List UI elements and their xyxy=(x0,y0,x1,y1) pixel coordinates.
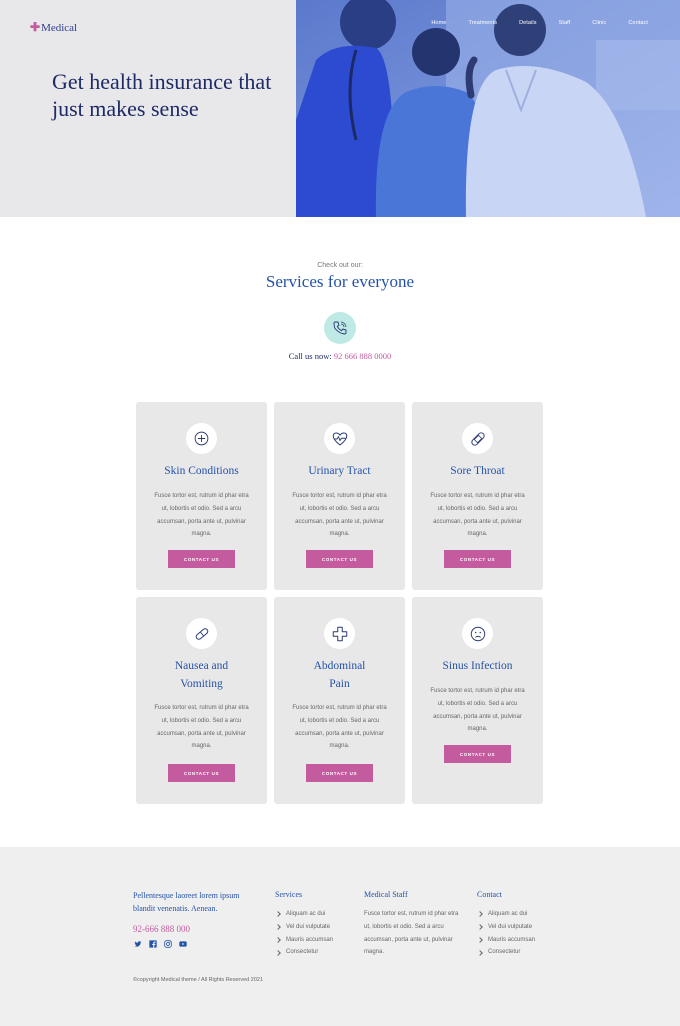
phone-badge[interactable] xyxy=(324,312,356,344)
chevron-right-icon xyxy=(477,924,483,931)
copyright-text: ©copyright Medical theme / All Rights Re… xyxy=(133,977,264,983)
card-description: Fusce tortor est, rutrum id phar etra ut… xyxy=(292,493,387,538)
instagram-icon[interactable] xyxy=(163,939,172,948)
card-title: Abdominal Pain xyxy=(274,657,405,693)
contact-us-button[interactable]: CONTACT US xyxy=(306,764,373,782)
main-nav: Home Treatments Details Staff Clinic Con… xyxy=(409,20,648,26)
card-title-line-2: Pain xyxy=(329,678,350,690)
card-title: Skin Conditions xyxy=(164,465,239,477)
contact-us-button[interactable]: CONTACT US xyxy=(168,550,235,568)
chevron-right-icon xyxy=(275,911,281,918)
link-label: Aliquam ac dui xyxy=(286,911,326,917)
bandage-icon xyxy=(462,423,493,454)
footer-contact-heading: Contact xyxy=(477,890,502,899)
chevron-right-icon xyxy=(275,924,281,931)
nav-details[interactable]: Details xyxy=(519,20,537,26)
footer-services-heading: Services xyxy=(275,890,303,899)
service-card-abdominal-pain: Abdominal Pain Fusce tortor est, rutrum … xyxy=(274,597,405,804)
nav-contact[interactable]: Contact xyxy=(628,20,648,26)
medical-cross-icon xyxy=(324,618,355,649)
service-card-urinary-tract: Urinary Tract Fusce tortor est, rutrum i… xyxy=(274,402,405,590)
contact-us-button[interactable]: CONTACT US xyxy=(444,745,511,763)
card-description: Fusce tortor est, rutrum id phar etra ut… xyxy=(154,493,249,538)
contact-us-button[interactable]: CONTACT US xyxy=(306,550,373,568)
pill-icon xyxy=(186,618,217,649)
call-now-text: Call us now: 92 666 888 0000 xyxy=(0,351,680,361)
link-label: Vel dui vulputate xyxy=(488,923,533,930)
call-now-number[interactable]: 92 666 888 0000 xyxy=(334,351,391,361)
twitter-icon[interactable] xyxy=(133,939,142,948)
footer-staff-text: Fusce tortor est, rutrum id phar etra ut… xyxy=(364,911,459,956)
footer-staff-heading: Medical Staff xyxy=(364,890,408,899)
card-description: Fusce tortor est, rutrum id phar etra ut… xyxy=(430,688,525,733)
footer-services-link[interactable]: Aliquam ac dui xyxy=(275,908,333,921)
card-description: Fusce tortor est, rutrum id phar etra ut… xyxy=(430,493,525,538)
card-description: Fusce tortor est, rutrum id phar etra ut… xyxy=(154,705,249,750)
link-label: Vel dui vulputate xyxy=(286,923,331,930)
nav-home[interactable]: Home xyxy=(431,20,446,26)
footer-services-link[interactable]: Consectetur xyxy=(275,946,333,959)
nav-clinic[interactable]: Clinic xyxy=(592,20,606,26)
nav-treatments[interactable]: Treatments xyxy=(468,20,497,26)
card-title: Sinus Infection xyxy=(442,660,513,672)
link-label: Mauris accumsan xyxy=(488,936,536,943)
footer-services-link[interactable]: Vel dui vulputate xyxy=(275,921,333,934)
card-title: Nausea and Vomiting xyxy=(136,657,267,693)
contact-us-button[interactable]: CONTACT US xyxy=(444,550,511,568)
nav-staff[interactable]: Staff xyxy=(559,20,571,26)
chevron-right-icon xyxy=(477,911,483,918)
chevron-right-icon xyxy=(477,937,483,943)
services-title: Services for everyone xyxy=(265,272,415,291)
chevron-right-icon xyxy=(275,949,281,956)
hero-section: ✚ Medical Get health insurance that just… xyxy=(0,0,680,217)
hero-title: Get health insurance that just makes sen… xyxy=(52,69,272,121)
link-label: Consectetur xyxy=(286,949,319,956)
footer-contact-link[interactable]: Consectetur xyxy=(477,946,535,959)
footer-contact-link[interactable]: Mauris accumsan xyxy=(477,934,535,947)
footer-phone[interactable]: 92-666 888 000 xyxy=(133,924,190,934)
link-label: Aliquam ac dui xyxy=(488,911,528,917)
chevron-right-icon xyxy=(477,949,483,956)
footer-contact-link[interactable]: Aliquam ac dui xyxy=(477,908,535,921)
service-card-sore-throat: Sore Throat Fusce tortor est, rutrum id … xyxy=(412,402,543,590)
card-title-line-2: Vomiting xyxy=(180,678,223,690)
footer xyxy=(0,847,680,1026)
card-title: Sore Throat xyxy=(450,465,505,477)
youtube-icon[interactable] xyxy=(178,939,187,948)
sick-face-icon xyxy=(462,618,493,649)
logo-text: Medical xyxy=(41,21,78,34)
hero-photo: Home Treatments Details Staff Clinic Con… xyxy=(296,0,680,217)
card-title-line-1: Nausea and xyxy=(174,660,229,672)
link-label: Mauris accumsan xyxy=(286,936,334,943)
card-title: Urinary Tract xyxy=(308,465,371,477)
footer-contact-link[interactable]: Vel dui vulputate xyxy=(477,921,535,934)
service-card-nausea-vomiting: Nausea and Vomiting Fusce tortor est, ru… xyxy=(136,597,267,804)
card-title-line-1: Abdominal xyxy=(313,660,366,672)
logo[interactable]: ✚ Medical xyxy=(30,20,77,35)
call-now-label: Call us now: xyxy=(288,351,332,361)
link-label: Consectetur xyxy=(488,949,521,956)
card-description: Fusce tortor est, rutrum id phar etra ut… xyxy=(292,705,387,750)
facebook-icon[interactable] xyxy=(148,939,157,948)
footer-services-list: Aliquam ac dui Vel dui vulputate Mauris … xyxy=(275,908,333,959)
service-card-sinus-infection: Sinus Infection Fusce tortor est, rutrum… xyxy=(412,597,543,804)
services-eyebrow: Check out our: xyxy=(317,262,363,269)
doctors-photo-illustration xyxy=(296,0,680,217)
chevron-right-icon xyxy=(275,937,281,943)
footer-tagline: Pellentesque laoreet lorem ipsum blandit… xyxy=(133,891,240,913)
footer-contact-list: Aliquam ac dui Vel dui vulputate Mauris … xyxy=(477,908,535,959)
heart-pulse-icon xyxy=(324,423,355,454)
footer-social-links xyxy=(133,939,187,948)
contact-us-button[interactable]: CONTACT US xyxy=(168,764,235,782)
plus-circle-icon xyxy=(186,423,217,454)
medical-cross-logo-icon: ✚ xyxy=(30,20,41,34)
phone-icon xyxy=(333,321,347,335)
footer-services-link[interactable]: Mauris accumsan xyxy=(275,934,333,947)
service-card-skin-conditions: Skin Conditions Fusce tortor est, rutrum… xyxy=(136,402,267,590)
